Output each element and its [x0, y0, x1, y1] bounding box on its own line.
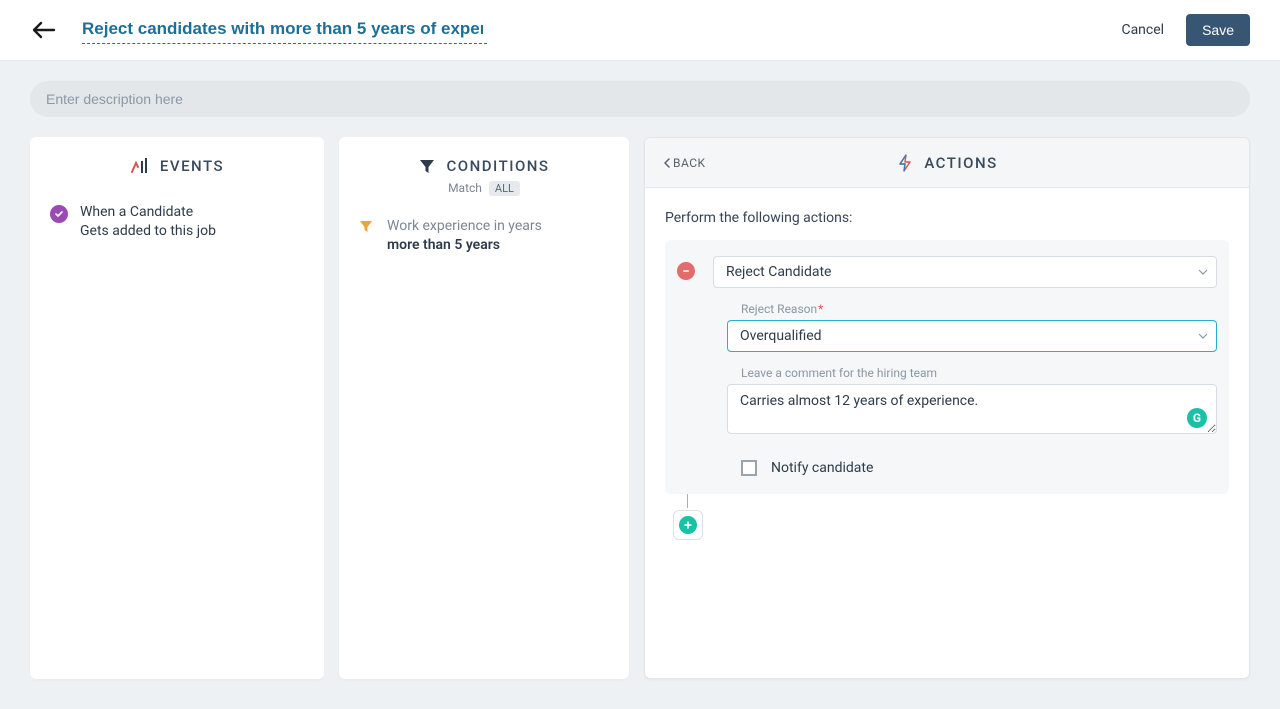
minus-icon [681, 266, 691, 276]
action-type-value: Reject Candidate [726, 264, 831, 280]
chevron-left-icon [663, 158, 671, 168]
event-line2: Gets added to this job [80, 223, 216, 239]
grammarly-icon[interactable]: G [1187, 408, 1207, 428]
actions-panel: BACK ACTIONS Perform the following actio… [644, 137, 1250, 679]
remove-action-button[interactable] [677, 262, 695, 280]
cancel-button[interactable]: Cancel [1121, 22, 1164, 38]
events-panel: EVENTS When a Candidate Gets added to th… [30, 137, 324, 679]
arrow-left-icon [31, 20, 57, 40]
action-card: Reject Candidate Reject Reason* Overqual… [665, 240, 1229, 494]
events-header: EVENTS [30, 137, 324, 185]
columns: EVENTS When a Candidate Gets added to th… [30, 137, 1250, 679]
add-action-connector [673, 494, 1229, 540]
match-row: Match ALL [448, 181, 520, 195]
event-text: When a Candidate Gets added to this job [80, 203, 216, 241]
notify-label: Notify candidate [771, 460, 873, 476]
events-title: EVENTS [160, 157, 224, 175]
check-icon [50, 205, 68, 223]
chevron-down-icon [1198, 332, 1208, 340]
condition-value: more than 5 years [387, 237, 500, 253]
conditions-panel: CONDITIONS Match ALL Work experience in … [339, 137, 629, 679]
actions-back-button[interactable]: BACK [663, 156, 706, 170]
save-button[interactable]: Save [1186, 14, 1250, 46]
rule-title-input[interactable] [82, 17, 487, 44]
rule-title-wrap [82, 17, 487, 44]
comment-label: Leave a comment for the hiring team [741, 366, 1217, 380]
funnel-mini-icon [359, 219, 373, 233]
condition-item[interactable]: Work experience in years more than 5 yea… [359, 217, 609, 261]
match-mode-badge[interactable]: ALL [489, 181, 520, 196]
reject-reason-value: Overqualified [740, 328, 822, 344]
notify-checkbox[interactable] [741, 460, 757, 476]
plus-icon [679, 516, 697, 534]
condition-label: Work experience in years [387, 218, 542, 234]
chevron-down-icon [1198, 268, 1208, 276]
funnel-icon [418, 157, 436, 175]
match-label: Match [448, 181, 482, 195]
action-type-select[interactable]: Reject Candidate [713, 256, 1217, 288]
lightning-icon [896, 154, 914, 172]
conditions-header: CONDITIONS Match ALL [339, 137, 629, 205]
back-arrow-button[interactable] [30, 16, 58, 44]
event-line1: When a Candidate [80, 204, 193, 220]
description-input[interactable] [30, 81, 1250, 117]
reject-reason-label: Reject Reason* [741, 302, 1217, 316]
add-action-button[interactable] [673, 510, 703, 540]
main-content: EVENTS When a Candidate Gets added to th… [0, 61, 1280, 709]
back-label: BACK [673, 156, 706, 170]
actions-header: BACK ACTIONS [645, 138, 1249, 188]
reject-reason-select[interactable]: Overqualified [727, 320, 1217, 352]
event-item[interactable]: When a Candidate Gets added to this job [50, 197, 304, 247]
condition-text: Work experience in years more than 5 yea… [387, 217, 542, 255]
actions-intro: Perform the following actions: [665, 210, 1229, 226]
conditions-title: CONDITIONS [446, 157, 549, 175]
comment-textarea[interactable] [727, 384, 1217, 434]
page-header: Cancel Save [0, 0, 1280, 61]
actions-title: ACTIONS [924, 154, 997, 172]
events-icon [130, 157, 150, 175]
